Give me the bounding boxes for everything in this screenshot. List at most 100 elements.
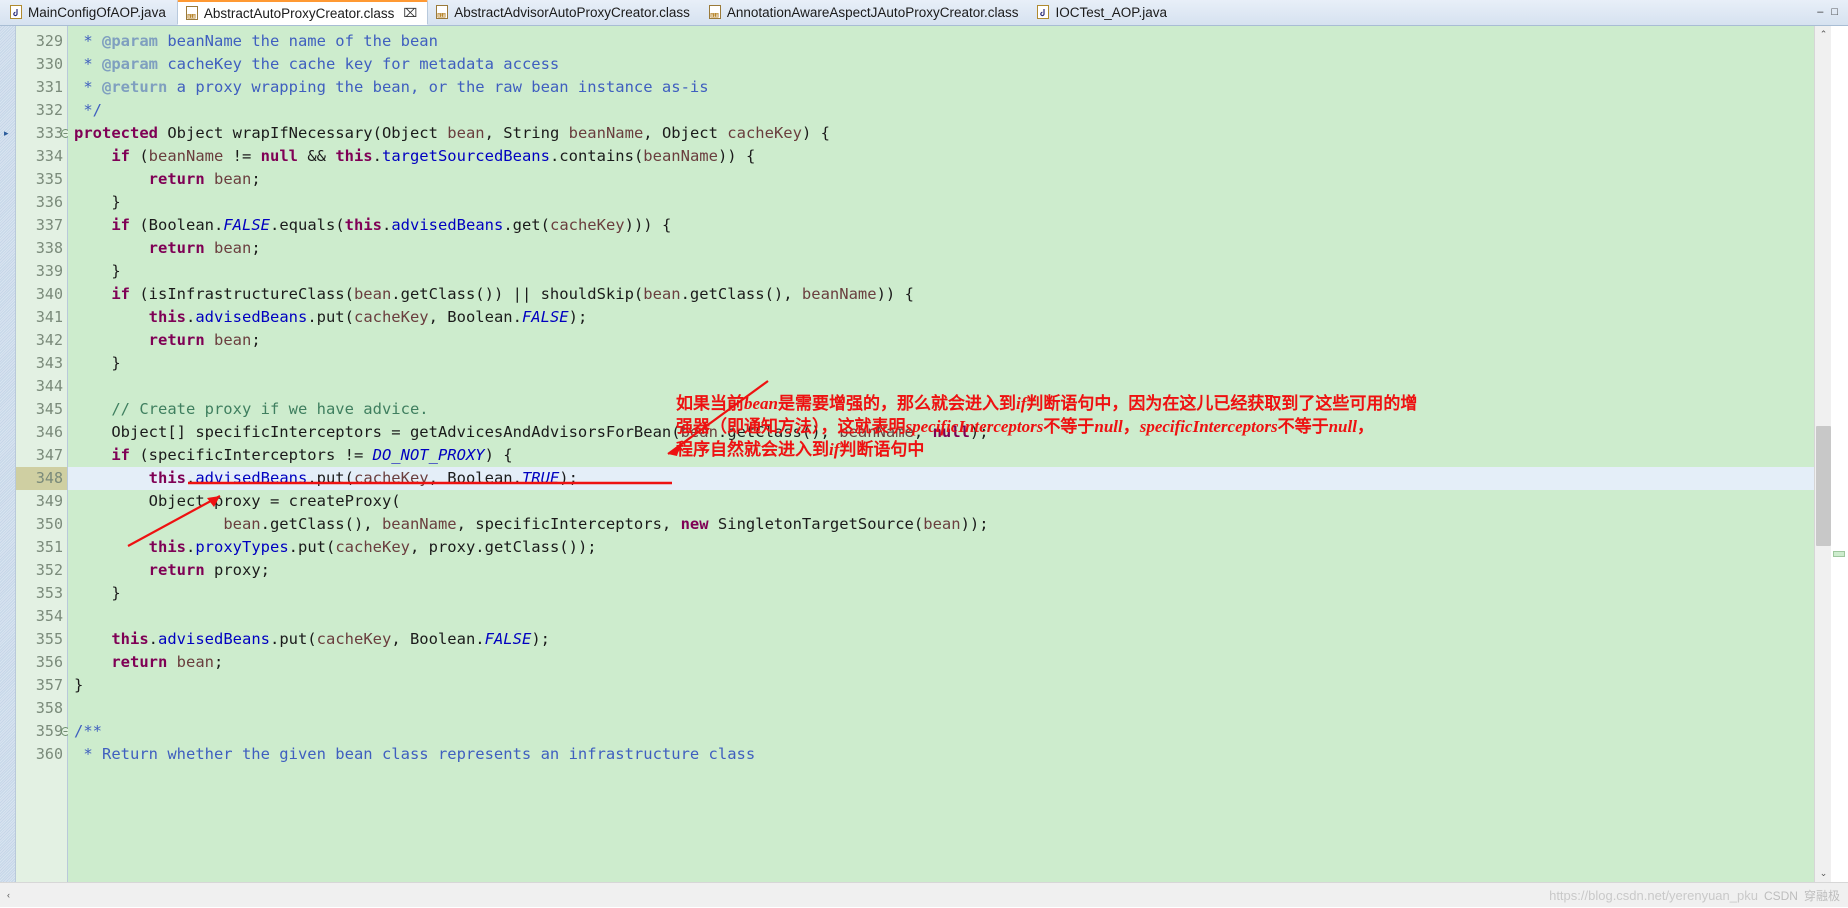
vertical-scrollbar-thumb[interactable]	[1816, 426, 1831, 546]
editor-tab-4[interactable]: IOCTest_AOP.java	[1029, 0, 1178, 25]
code-line[interactable]: }	[68, 260, 1814, 283]
code-token: .	[372, 147, 382, 165]
code-token: bean	[214, 331, 252, 349]
line-number: 343	[35, 354, 63, 372]
code-line[interactable]: * Return whether the given bean class re…	[68, 743, 1814, 766]
code-token: advisedBeans	[158, 630, 270, 648]
editor-tab-2[interactable]: 010 AbstractAdvisorAutoProxyCreator.class	[428, 0, 701, 25]
annotation-ruler[interactable]: ▸	[0, 26, 16, 882]
class-file-icon: 010	[436, 5, 449, 20]
line-number: 334	[35, 147, 63, 165]
editor-tab-1[interactable]: 010 AbstractAutoProxyCreator.class ⌧	[176, 0, 429, 25]
code-line[interactable]: this.advisedBeans.put(cacheKey, Boolean.…	[68, 306, 1814, 329]
code-line[interactable]: if (beanName != null && this.targetSourc…	[68, 145, 1814, 168]
code-line[interactable]: if (specificInterceptors != DO_NOT_PROXY…	[68, 444, 1814, 467]
code-token: targetSourcedBeans	[381, 147, 550, 165]
line-number: 352	[35, 561, 63, 579]
code-token: cacheKey the cache key for metadata acce…	[158, 55, 560, 73]
fold-marker-icon: ▸	[4, 128, 9, 138]
code-token: cacheKey	[316, 630, 392, 648]
line-number: 329	[35, 32, 63, 50]
horizontal-scrollbar[interactable]: ‹ https://blog.csdn.net/yerenyuan_pku CS…	[0, 882, 1848, 907]
close-icon[interactable]: ⌧	[403, 7, 417, 19]
annotation-line-3: 程序自然就会进入到if判断语句中	[676, 439, 924, 460]
code-token: }	[74, 262, 121, 280]
code-line[interactable]: return bean;	[68, 329, 1814, 352]
code-token: * Return whether the given bean class re…	[74, 745, 756, 763]
code-token: .put(	[269, 630, 317, 648]
line-number: 347	[35, 446, 63, 464]
code-line[interactable]	[68, 697, 1814, 720]
line-number: 354	[35, 607, 63, 625]
code-token: );	[568, 308, 588, 326]
line-number: 346	[35, 423, 63, 441]
code-line[interactable]: this.advisedBeans.put(cacheKey, Boolean.…	[68, 628, 1814, 651]
scroll-down-arrow[interactable]: ⌄	[1815, 865, 1832, 882]
code-token: @param	[102, 32, 158, 50]
annotation-emph: null	[1094, 417, 1123, 436]
code-token: bean	[214, 239, 252, 257]
code-line[interactable]: this.advisedBeans.put(cacheKey, Boolean.…	[68, 467, 1814, 490]
overview-marker[interactable]	[1833, 551, 1845, 557]
code-line[interactable]: bean.getClass(), beanName, specificInter…	[68, 513, 1814, 536]
code-token: advisedBeans	[391, 216, 504, 234]
maximize-button[interactable]: □	[1831, 7, 1838, 18]
code-line[interactable]: return bean;	[68, 651, 1814, 674]
line-number: 337	[35, 216, 63, 234]
code-token: }	[74, 354, 121, 372]
code-token: this	[148, 469, 186, 487]
watermark-brand-cn: 穿融极	[1803, 889, 1840, 903]
code-token: ;	[251, 331, 261, 349]
code-line[interactable]: }	[68, 352, 1814, 375]
code-token: if	[111, 285, 130, 303]
scroll-up-arrow[interactable]: ⌃	[1815, 26, 1832, 43]
code-line[interactable]: return bean;	[68, 237, 1814, 260]
code-line[interactable]: return proxy;	[68, 559, 1814, 582]
code-token: *	[74, 32, 102, 50]
line-number: 349	[35, 492, 63, 510]
code-line[interactable]: Object proxy = createProxy(	[68, 490, 1814, 513]
code-line[interactable]: if (isInfrastructureClass(bean.getClass(…	[68, 283, 1814, 306]
editor-tab-0[interactable]: MainConfigOfAOP.java	[2, 0, 177, 25]
code-token: beanName	[381, 515, 457, 533]
code-token: .	[148, 630, 158, 648]
line-number: 341	[35, 308, 63, 326]
code-token: }	[74, 676, 84, 694]
code-line[interactable]: }	[68, 191, 1814, 214]
editor-tab-label: AbstractAdvisorAutoProxyCreator.class	[454, 5, 690, 20]
code-line[interactable]: return bean;	[68, 168, 1814, 191]
code-content[interactable]: * @param beanName the name of the bean *…	[68, 26, 1814, 882]
editor-tab-3[interactable]: 010 AnnotationAwareAspectJAutoProxyCreato…	[701, 0, 1030, 25]
code-line[interactable]: if (Boolean.FALSE.equals(this.advisedBea…	[68, 214, 1814, 237]
line-number: 336	[35, 193, 63, 211]
code-token: bean	[643, 285, 681, 303]
overview-ruler[interactable]	[1831, 26, 1848, 882]
minimize-button[interactable]: –	[1817, 7, 1823, 18]
code-line[interactable]: }	[68, 582, 1814, 605]
scroll-left-arrow[interactable]: ‹	[0, 887, 17, 904]
line-number: 342	[35, 331, 63, 349]
line-number: 356	[35, 653, 63, 671]
svg-text:010: 010	[711, 13, 719, 18]
code-line[interactable]: this.proxyTypes.put(cacheKey, proxy.getC…	[68, 536, 1814, 559]
code-token: .getClass()) || shouldSkip(	[391, 285, 644, 303]
code-line[interactable]: * @return a proxy wrapping the bean, or …	[68, 76, 1814, 99]
java-file-icon	[1037, 5, 1050, 20]
code-token: null	[260, 147, 298, 165]
code-line[interactable]: * @param beanName the name of the bean	[68, 30, 1814, 53]
code-line[interactable]: }	[68, 674, 1814, 697]
code-token: )) {	[717, 147, 756, 165]
code-line[interactable]: /**	[68, 720, 1814, 743]
code-line[interactable]	[68, 605, 1814, 628]
vertical-scrollbar[interactable]: ⌃ ⌄	[1814, 26, 1831, 882]
code-line[interactable]: */	[68, 99, 1814, 122]
class-file-icon: 010	[185, 5, 199, 21]
code-line[interactable]: * @param cacheKey the cache key for meta…	[68, 53, 1814, 76]
code-token: .	[381, 216, 392, 234]
code-token: this	[148, 308, 186, 326]
editor-tab-label: MainConfigOfAOP.java	[28, 5, 166, 20]
code-line[interactable]: protected Object wrapIfNecessary(Object …	[68, 122, 1814, 145]
